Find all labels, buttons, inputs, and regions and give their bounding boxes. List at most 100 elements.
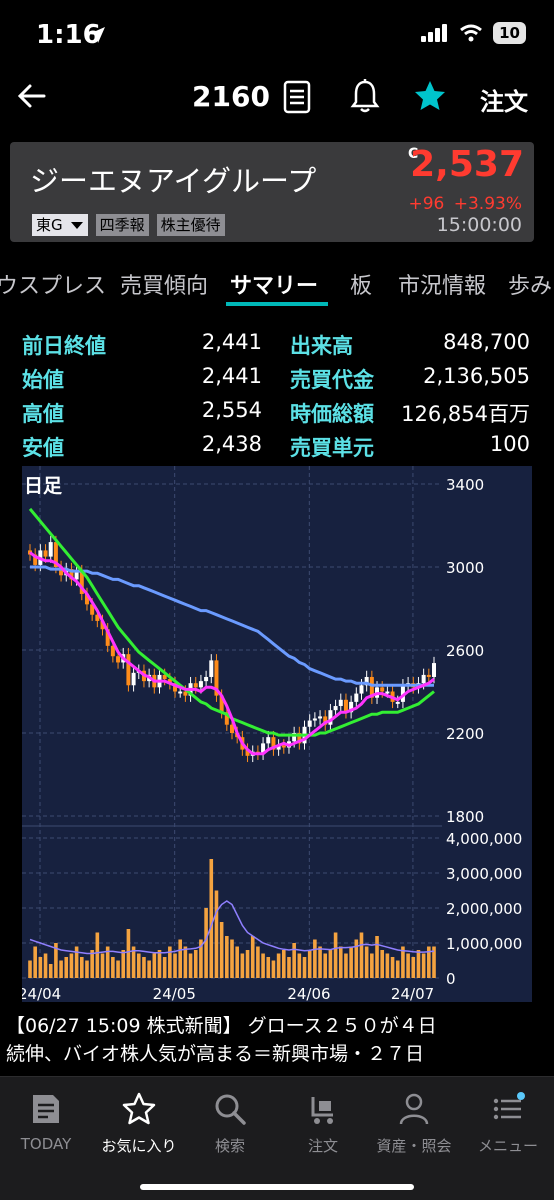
shareholder-benefit-chip[interactable]: 株主優待 <box>156 214 225 236</box>
bottom-tab-label: メニュー <box>477 1137 538 1155</box>
volume-bar <box>411 957 416 978</box>
volume-bar <box>256 946 260 978</box>
summary-label: 売買代金 <box>290 368 374 392</box>
candle-body <box>318 716 323 719</box>
candle-body <box>209 660 214 677</box>
summary-value: 2,554 <box>201 398 262 422</box>
bottom-tab-today[interactable]: TODAY <box>0 1091 96 1153</box>
volume-bar <box>370 953 374 978</box>
volume-bar <box>333 932 338 978</box>
bottom-tab-label: 注文 <box>307 1137 338 1155</box>
summary-value: 2,441 <box>201 364 262 388</box>
volume-bar <box>116 960 120 978</box>
volume-bar <box>385 953 390 978</box>
summary-value: 100 <box>489 432 530 456</box>
shikiho-chip[interactable]: 四季報 <box>95 214 149 236</box>
volume-bar <box>225 936 229 978</box>
summary-value: 2,441 <box>201 330 262 354</box>
bottom-tab-label: 資産・照会 <box>376 1137 452 1155</box>
document-icon[interactable] <box>282 80 312 114</box>
summary-label: 売買単元 <box>290 436 374 460</box>
candle-body <box>193 683 198 688</box>
candle-body <box>116 656 121 663</box>
volume-bar <box>183 946 188 978</box>
candle-body <box>43 550 48 557</box>
market-select[interactable]: 東G <box>32 214 88 236</box>
volume-bar <box>276 953 281 978</box>
price-axis-tick-label: 3400 <box>446 476 484 494</box>
candle-body <box>333 706 338 711</box>
bottom-tab-bar: TODAY お気に入り 検索 注文 資産・照会 メニュー <box>0 1076 554 1200</box>
market-label: 東G <box>36 216 63 234</box>
volume-bar <box>328 950 333 978</box>
news-ticker[interactable]: 【06/27 15:09 株式新聞】 グロース２５０が４日 続伸、バイオ株人気が… <box>0 1012 554 1076</box>
tab-board[interactable]: 板 <box>350 268 372 300</box>
volume-bar <box>162 957 167 978</box>
candle-body <box>281 745 286 748</box>
order-button[interactable]: 注文 <box>480 82 528 117</box>
search-icon <box>215 1094 246 1125</box>
bell-icon[interactable] <box>348 78 382 114</box>
volume-axis-tick-label: 1,000,000 <box>446 935 522 953</box>
volume-bar <box>344 953 348 978</box>
volume-bar <box>302 957 307 978</box>
active-tab-indicator <box>226 302 328 306</box>
daily-chart[interactable]: 24/04 24/05 24/06 24/07 3400 3000 2600 2200 1800… <box>22 466 532 1002</box>
summary-row: 始値 2,441 売買代金 2,136,505 <box>0 364 554 398</box>
bottom-tab-order[interactable]: 注文 <box>273 1091 373 1156</box>
stock-chips: 東G 四季報 株主優待 <box>32 214 225 236</box>
tab-trade-trend[interactable]: 売買傾向 <box>120 268 208 300</box>
volume-bar <box>126 929 131 978</box>
volume-bar <box>307 950 312 978</box>
candle-body <box>338 699 343 707</box>
bottom-tab-label: お気に入り <box>101 1137 177 1155</box>
cellular-signal-icon <box>421 24 448 42</box>
battery-indicator: 10 <box>493 22 526 44</box>
back-arrow-icon[interactable] <box>14 78 50 114</box>
volume-bar <box>33 946 37 978</box>
tab-tick[interactable]: 歩み <box>508 268 552 300</box>
volume-bar <box>64 957 69 978</box>
summary-label: 高値 <box>22 402 64 426</box>
volume-bar <box>79 957 84 978</box>
volume-bar <box>178 939 183 978</box>
candle-body <box>204 676 209 682</box>
volume-bar <box>266 957 271 978</box>
bottom-tab-assets[interactable]: 資産・照会 <box>364 1091 464 1156</box>
volume-bar <box>219 922 224 978</box>
news-line: 続伸、バイオ株人気が高まる＝新興市場・２７日 <box>6 1043 425 1065</box>
volume-bar <box>204 908 208 978</box>
volume-axis-tick-label: 0 <box>446 970 456 988</box>
price-axis-tick-label: 2600 <box>446 642 484 660</box>
candle-body <box>421 674 426 684</box>
tab-market-info[interactable]: 市況情報 <box>398 268 486 300</box>
volume-bar <box>261 953 265 978</box>
x-axis-tick-label: 24/04 <box>22 985 61 1002</box>
candle-body <box>48 542 53 557</box>
volume-bar <box>188 953 193 978</box>
volume-bar <box>380 950 385 978</box>
volume-bar <box>281 950 286 978</box>
x-axis-tick-label: 24/05 <box>153 985 196 1002</box>
menu-icon <box>493 1092 525 1120</box>
volume-bar <box>240 953 245 978</box>
location-arrow-icon <box>89 27 105 43</box>
volume-bar <box>152 953 157 978</box>
tab-express[interactable]: ウスプレス <box>0 268 106 300</box>
summary-row: 安値 2,438 売買単元 100 <box>0 432 554 466</box>
candle-body <box>266 737 271 744</box>
volume-bar <box>59 960 63 978</box>
tab-summary[interactable]: サマリー <box>230 268 318 300</box>
bottom-tab-search[interactable]: 検索 <box>180 1091 280 1156</box>
favorite-star-icon[interactable] <box>412 78 448 114</box>
bottom-tab-menu[interactable]: メニュー <box>458 1091 554 1156</box>
price-axis-tick-label: 1800 <box>446 808 484 826</box>
candle-body <box>380 687 385 692</box>
volume-bar <box>230 939 234 978</box>
person-icon <box>399 1093 429 1125</box>
cart-icon <box>311 1097 333 1124</box>
volume-bar <box>245 950 250 978</box>
bottom-tab-favorites[interactable]: お気に入り <box>89 1091 189 1156</box>
candle-body <box>126 654 131 686</box>
stock-header: ジーエヌアイグループ 東G 四季報 株主優待 C 2,537 +96 +3.93… <box>10 142 534 242</box>
